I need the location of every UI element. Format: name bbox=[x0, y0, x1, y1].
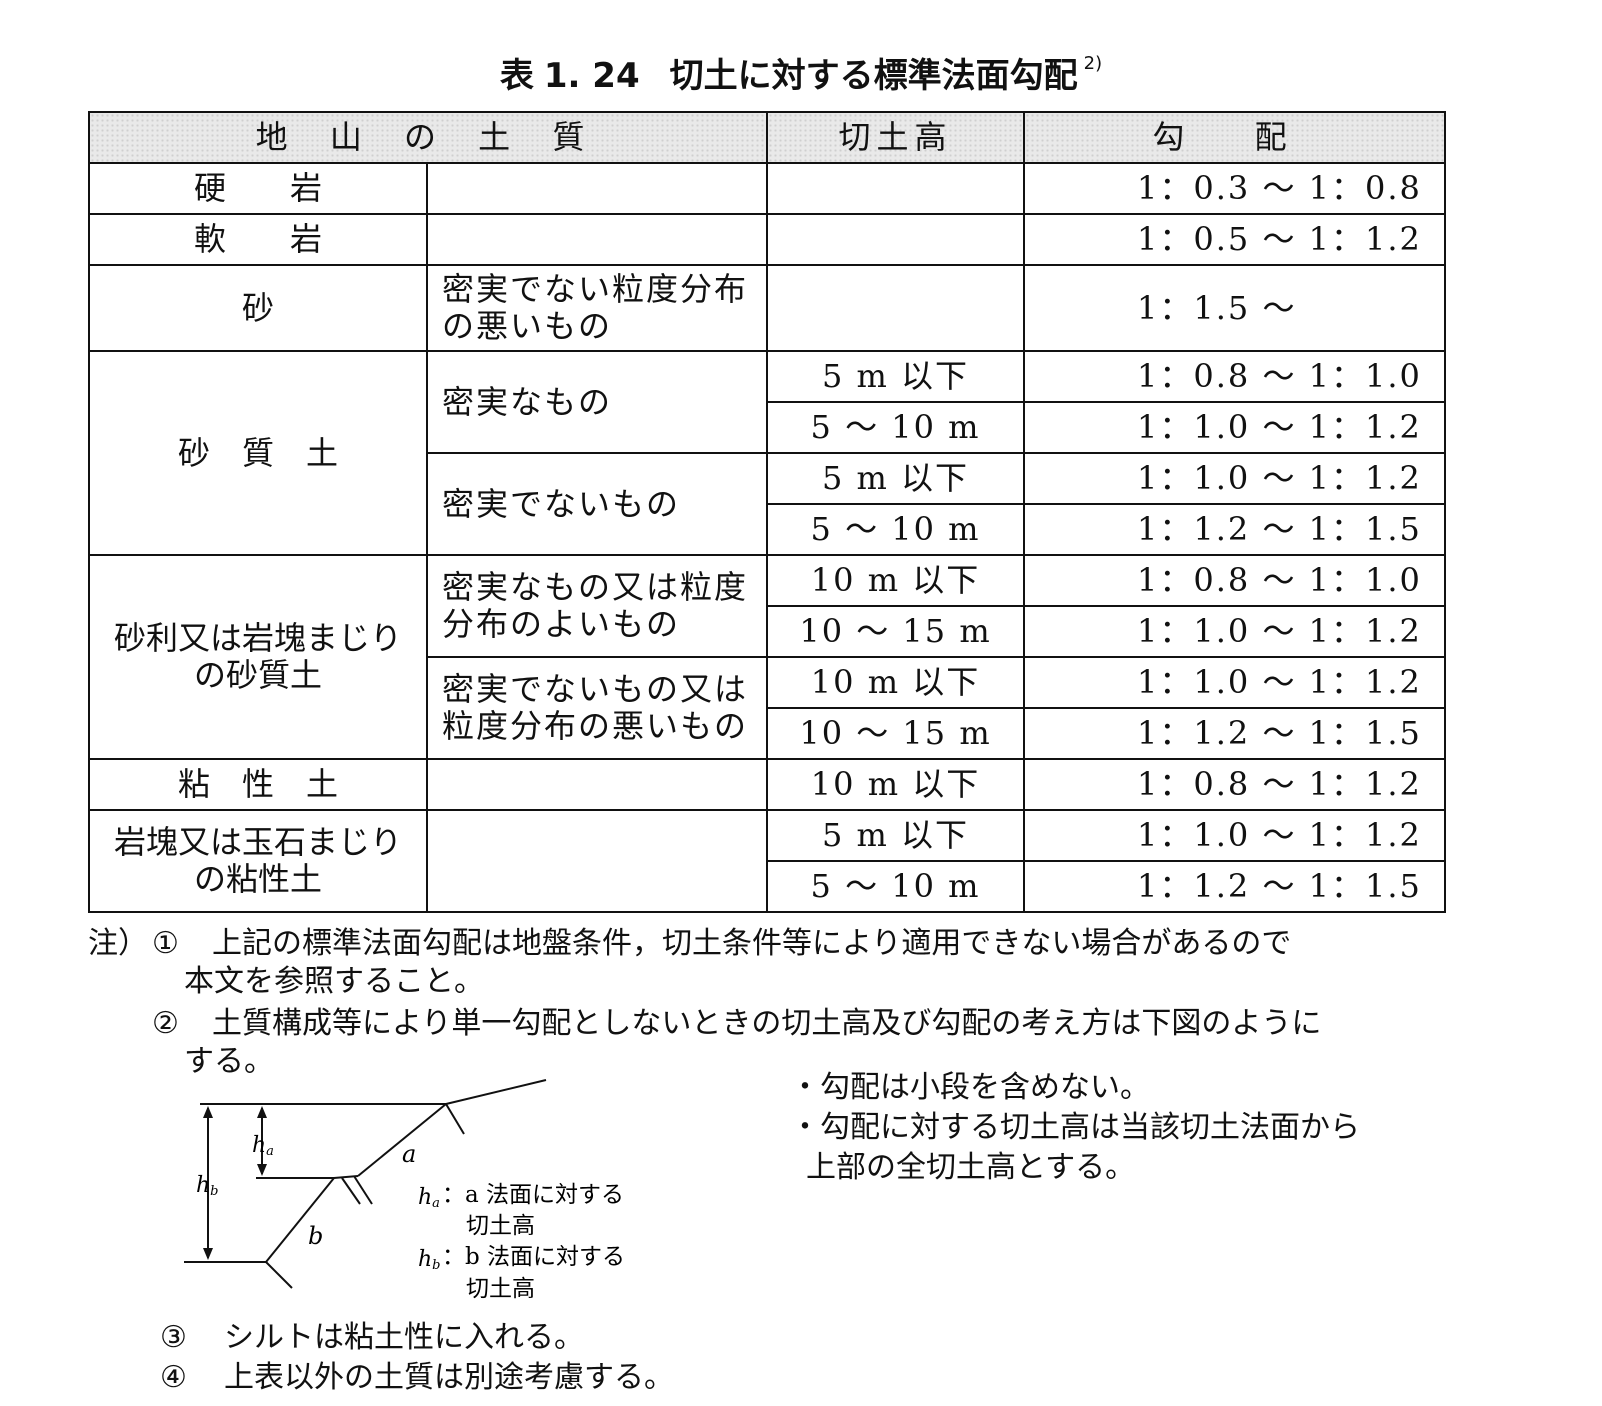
ha-arrow-bottom bbox=[257, 1164, 267, 1176]
hb-label: hb bbox=[196, 1173, 219, 1199]
header-row: 地 山 の 土 質 切土高 勾 配 bbox=[87, 111, 1447, 164]
standard-slope-table: 地 山 の 土 質 切土高 勾 配 硬 岩 1：0.3 ～ 1：0.8 軟 岩 … bbox=[87, 111, 1447, 913]
condition-cell: 密実でない粒度分布の悪いもの bbox=[425, 264, 769, 352]
condition-cell bbox=[425, 213, 769, 266]
soil-cell: 砂利又は岩塊まじりの砂質土 bbox=[88, 554, 428, 760]
cut-slope-diagram: ha hb a b ha ：a 法面に対する 切土高 hb ：b 法面に対する … bbox=[184, 1079, 625, 1302]
slope-cell: 1：1.0 ～ 1：1.2 bbox=[1023, 656, 1447, 709]
bullet-2-line-2: 上部の全切土高とする。 bbox=[806, 1150, 1136, 1185]
height-cell: 10 m 以下 bbox=[766, 554, 1026, 607]
height-cell bbox=[766, 213, 1026, 266]
slope-cell: 1：1.0 ～ 1：1.2 bbox=[1023, 605, 1447, 658]
height-cell: 5 ～ 10 m bbox=[766, 860, 1026, 913]
title-text: 切土に対する標準法面勾配 bbox=[669, 56, 1078, 96]
soil-cell: 硬 岩 bbox=[88, 162, 428, 215]
notes-prefix: 注） bbox=[88, 926, 148, 961]
slope-cell: 1：0.8 ～ 1：1.2 bbox=[1023, 758, 1447, 811]
note-4-mark: ④ bbox=[160, 1360, 187, 1395]
slope-b-label: b bbox=[308, 1222, 323, 1250]
slope-a-hatch bbox=[445, 1103, 465, 1135]
note-2-line-1: 土質構成等により単一勾配としないときの切土高及び勾配の考え方は下図のように bbox=[212, 1006, 1322, 1041]
height-cell: 5 m 以下 bbox=[766, 350, 1026, 403]
slope-cell: 1：1.0 ～ 1：1.2 bbox=[1023, 809, 1447, 862]
slope-a-label: a bbox=[402, 1140, 416, 1168]
table-row: 砂 密実でない粒度分布の悪いもの 1：1.5 ～ bbox=[88, 264, 1447, 352]
legend-hb-line-2: 切土高 bbox=[466, 1276, 535, 1302]
height-cell bbox=[766, 162, 1026, 215]
header-slope: 勾 配 bbox=[1023, 111, 1447, 164]
title-label: 表 bbox=[499, 56, 534, 96]
soil-cell: 砂 質 土 bbox=[88, 350, 428, 556]
table-title: 表 1. 24 切土に対する標準法面勾配 2) bbox=[0, 48, 1602, 97]
legend-ha-symbol: ha bbox=[418, 1185, 440, 1211]
legend-ha-line-2: 切土高 bbox=[466, 1213, 535, 1239]
table-row: 砂利又は岩塊まじりの砂質土 密実なもの又は粒度分布のよいもの 10 m 以下 1… bbox=[88, 554, 1447, 760]
table-row: 岩塊又は玉石まじりの粘性土 5 m 以下 1：1.0 ～ 1：1.2 bbox=[88, 809, 1447, 913]
height-cell: 10 m 以下 bbox=[766, 656, 1026, 709]
bullet-2-line-1: ・勾配に対する切土高は当該切土法面から bbox=[790, 1110, 1360, 1145]
table-row: 硬 岩 1：0.3 ～ 1：0.8 bbox=[88, 162, 1447, 215]
hb-arrow-bottom bbox=[203, 1248, 213, 1260]
slope-cell: 1：0.8 ～ 1：1.0 bbox=[1023, 554, 1447, 607]
slope-cell: 1：1.0 ～ 1：1.2 bbox=[1023, 452, 1447, 505]
legend-hb-symbol: hb bbox=[418, 1247, 441, 1273]
slope-cell: 1：1.2 ～ 1：1.5 bbox=[1023, 707, 1447, 760]
title-reference: 2) bbox=[1083, 52, 1103, 74]
height-cell: 10 ～ 15 m bbox=[766, 707, 1026, 760]
condition-cell bbox=[425, 758, 769, 811]
height-cell: 10 ～ 15 m bbox=[766, 605, 1026, 658]
note-3-text: シルトは粘土性に入れる。 bbox=[224, 1320, 584, 1355]
soil-cell: 岩塊又は玉石まじりの粘性土 bbox=[88, 809, 428, 913]
table-row: 砂 質 土 密実なもの 5 m 以下 1：0.8 ～ 1：1.0 bbox=[88, 350, 1447, 556]
slope-cell: 1：0.5 ～ 1：1.2 bbox=[1023, 213, 1447, 266]
soil-cell: 粘 性 土 bbox=[88, 758, 428, 811]
note-1-line-1: 上記の標準法面勾配は地盤条件，切土条件等により適用できない場合があるので bbox=[212, 926, 1292, 961]
slope-b-line bbox=[265, 1177, 335, 1263]
note-4-text: 上表以外の土質は別途考慮する。 bbox=[224, 1360, 674, 1395]
table-row: 粘 性 土 10 m 以下 1：0.8 ～ 1：1.2 bbox=[88, 758, 1447, 811]
header-height: 切土高 bbox=[766, 111, 1026, 164]
natural-ground-line bbox=[445, 1079, 547, 1105]
bullet-notes: ・勾配は小段を含めない。 ・勾配に対する切土高は当該切土法面から 上部の全切土高… bbox=[790, 1068, 1360, 1188]
slope-cell: 1：1.5 ～ bbox=[1023, 264, 1447, 352]
note-3-mark: ③ bbox=[160, 1320, 187, 1355]
ha-label: ha bbox=[252, 1133, 274, 1159]
condition-cell: 密実なもの又は粒度分布のよいもの bbox=[425, 554, 769, 658]
title-number: 1. 24 bbox=[543, 56, 640, 96]
bullet-1: ・勾配は小段を含めない。 bbox=[790, 1070, 1150, 1105]
soil-cell: 軟 岩 bbox=[88, 213, 428, 266]
height-cell bbox=[766, 264, 1026, 352]
condition-cell: 密実なもの bbox=[425, 350, 769, 454]
height-cell: 5 ～ 10 m bbox=[766, 401, 1026, 454]
slope-cell: 1：1.0 ～ 1：1.2 bbox=[1023, 401, 1447, 454]
table-row: 軟 岩 1：0.5 ～ 1：1.2 bbox=[88, 213, 1447, 266]
condition-cell: 密実でないもの又は粒度分布の悪いもの bbox=[425, 656, 769, 760]
height-cell: 5 m 以下 bbox=[766, 809, 1026, 862]
note-1-mark: ① bbox=[152, 926, 179, 961]
condition-cell bbox=[425, 162, 769, 215]
note-2-mark: ② bbox=[152, 1006, 179, 1041]
header-soil: 地 山 の 土 質 bbox=[87, 111, 769, 164]
legend-hb-line-1: ：b 法面に対する bbox=[442, 1244, 625, 1270]
slope-cell: 1：1.2 ～ 1：1.5 bbox=[1023, 860, 1447, 913]
slope-cell: 1：1.2 ～ 1：1.5 bbox=[1023, 503, 1447, 556]
slope-cell: 1：0.8 ～ 1：1.0 bbox=[1023, 350, 1447, 403]
condition-cell bbox=[425, 809, 769, 913]
ha-arrow-top bbox=[257, 1106, 267, 1118]
height-cell: 5 ～ 10 m bbox=[766, 503, 1026, 556]
soil-cell: 砂 bbox=[88, 264, 428, 352]
toe-hatch bbox=[265, 1261, 293, 1289]
hb-arrow-top bbox=[203, 1106, 213, 1118]
condition-cell: 密実でないもの bbox=[425, 452, 769, 556]
height-cell: 10 m 以下 bbox=[766, 758, 1026, 811]
legend-ha-line-1: ：a 法面に対する bbox=[442, 1182, 624, 1208]
slope-cell: 1：0.3 ～ 1：0.8 bbox=[1023, 162, 1447, 215]
note-1-line-2: 本文を参照すること。 bbox=[184, 964, 484, 999]
height-cell: 5 m 以下 bbox=[766, 452, 1026, 505]
